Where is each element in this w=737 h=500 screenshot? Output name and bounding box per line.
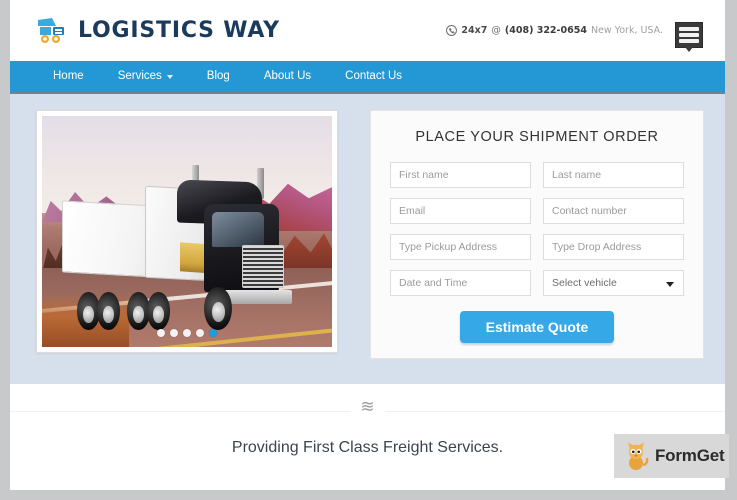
truck-grille <box>241 245 285 289</box>
form-title: PLACE YOUR SHIPMENT ORDER <box>415 129 659 145</box>
hero-section: PLACE YOUR SHIPMENT ORDER First name Las… <box>10 94 725 384</box>
slider-pagination <box>157 329 217 337</box>
formget-watermark: FormGet <box>614 434 729 478</box>
nav-item-blog[interactable]: Blog <box>190 61 247 92</box>
formget-label: FormGet <box>655 446 725 465</box>
menu-bar-1 <box>679 27 699 31</box>
wheel-hub <box>152 305 164 324</box>
nav-item-about-us[interactable]: About Us <box>247 61 328 92</box>
site-logo[interactable]: LOGISTICS WAY <box>35 14 280 46</box>
select-vehicle-dropdown[interactable]: Select vehicle <box>543 270 684 296</box>
hamburger-menu-icon[interactable] <box>675 22 703 52</box>
truck-wheel <box>147 292 170 330</box>
contact-city: New York, USA. <box>590 25 663 36</box>
nav-label: Contact Us <box>345 70 403 82</box>
contact-at-symbol: @ <box>491 25 501 36</box>
wheel-hub <box>103 305 114 324</box>
form-row-addresses: Type Pickup Address Type Drop Address <box>390 234 684 260</box>
image-slider[interactable] <box>36 110 338 353</box>
nav-label: Blog <box>206 70 230 82</box>
slider-dot-4[interactable] <box>196 329 204 337</box>
nav-item-contact-us[interactable]: Contact Us <box>328 61 419 92</box>
form-submit-area: Estimate Quote <box>390 311 684 343</box>
truck-logo-icon <box>35 14 69 46</box>
nav-label: Services <box>117 70 162 82</box>
chevron-down-icon <box>166 74 173 79</box>
drop-address-input[interactable]: Type Drop Address <box>543 234 684 260</box>
select-vehicle-value: Select vehicle <box>552 277 617 289</box>
slider-dot-2[interactable] <box>170 329 178 337</box>
menu-bar-3 <box>679 39 699 43</box>
truck-wheel <box>204 286 232 330</box>
shipment-order-form: PLACE YOUR SHIPMENT ORDER First name Las… <box>370 110 704 359</box>
slider-dot-5[interactable] <box>209 329 217 337</box>
slider-dot-1[interactable] <box>157 329 165 337</box>
truck-bumper <box>221 289 292 304</box>
wheel-hub <box>83 305 94 324</box>
first-name-input[interactable]: First name <box>390 162 531 188</box>
screenshot-root: LOGISTICS WAY 24x7 @ (408) 322-0654 New … <box>0 0 737 500</box>
truck-windshield <box>211 212 265 247</box>
contact-hours: 24x7 <box>461 25 488 36</box>
date-and-time-input[interactable]: Date and Time <box>390 270 531 296</box>
phone-icon <box>446 25 458 36</box>
pickup-address-input[interactable]: Type Pickup Address <box>390 234 531 260</box>
slider-dot-3[interactable] <box>183 329 191 337</box>
form-row-schedule: Date and Time Select vehicle <box>390 270 684 296</box>
site-header: LOGISTICS WAY 24x7 @ (408) 322-0654 New … <box>10 0 725 61</box>
semi-truck-illustration <box>62 164 311 330</box>
menu-bar-2 <box>679 33 699 37</box>
form-row-contact: Email Contact number <box>390 198 684 224</box>
brand-name: LOGISTICS WAY <box>78 17 280 43</box>
estimate-quote-button[interactable]: Estimate Quote <box>459 311 615 343</box>
email-input[interactable]: Email <box>390 198 531 224</box>
header-contact-info: 24x7 @ (408) 322-0654 New York, USA. <box>446 25 663 36</box>
chevron-down-icon <box>666 282 674 287</box>
contact-phone-number[interactable]: (408) 322-0654 <box>505 25 587 36</box>
nav-item-home[interactable]: Home <box>36 61 101 92</box>
nav-label: Home <box>53 70 84 82</box>
truck-wheel <box>97 292 120 330</box>
page-container: LOGISTICS WAY 24x7 @ (408) 322-0654 New … <box>10 0 725 490</box>
main-navigation: Home Services Blog About Us Contact Us <box>10 61 725 94</box>
wheel-hub <box>211 301 225 323</box>
contact-number-input[interactable]: Contact number <box>543 198 684 224</box>
nav-item-services[interactable]: Services <box>101 61 190 92</box>
slider-truck-image <box>42 116 332 347</box>
cat-mascot-icon <box>623 441 649 471</box>
last-name-input[interactable]: Last name <box>543 162 684 188</box>
squiggle-ornament-icon: ≋ <box>350 398 385 415</box>
wheel-hub <box>132 305 144 324</box>
nav-label: About Us <box>263 70 312 82</box>
form-row-name: First name Last name <box>390 162 684 188</box>
